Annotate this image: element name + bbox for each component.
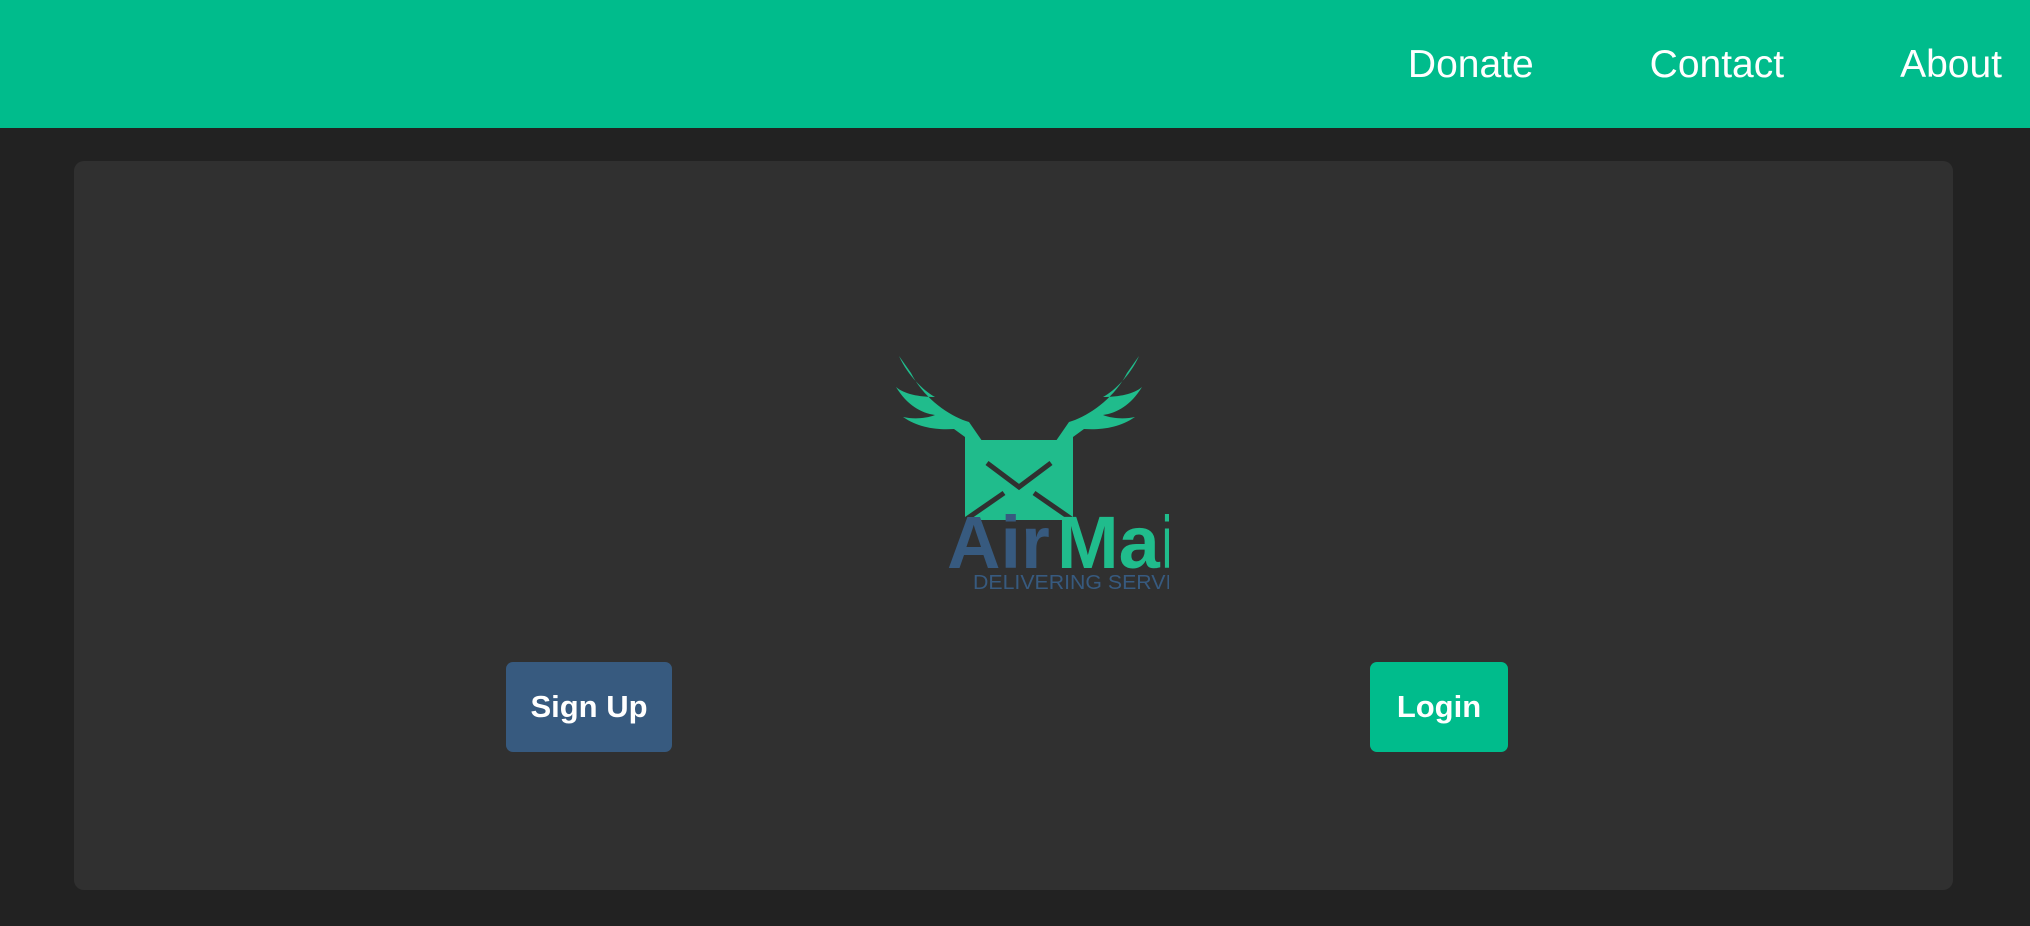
nav-link-contact[interactable]: Contact <box>1650 45 1784 84</box>
nav-link-donate[interactable]: Donate <box>1408 45 1534 84</box>
winged-envelope-icon <box>896 356 1142 523</box>
nav-links: Donate Contact About <box>1292 0 2002 128</box>
airmail-logo: Air Mail DELIVERING SERVICE <box>896 356 1169 591</box>
nav-link-about[interactable]: About <box>1900 45 2002 84</box>
main-card: Air Mail DELIVERING SERVICE Sign Up Logi… <box>74 161 1953 890</box>
logo-tagline: DELIVERING SERVICE <box>973 572 1169 591</box>
login-button[interactable]: Login <box>1370 662 1508 752</box>
signup-button[interactable]: Sign Up <box>506 662 672 752</box>
navbar: Donate Contact About <box>0 0 2030 128</box>
